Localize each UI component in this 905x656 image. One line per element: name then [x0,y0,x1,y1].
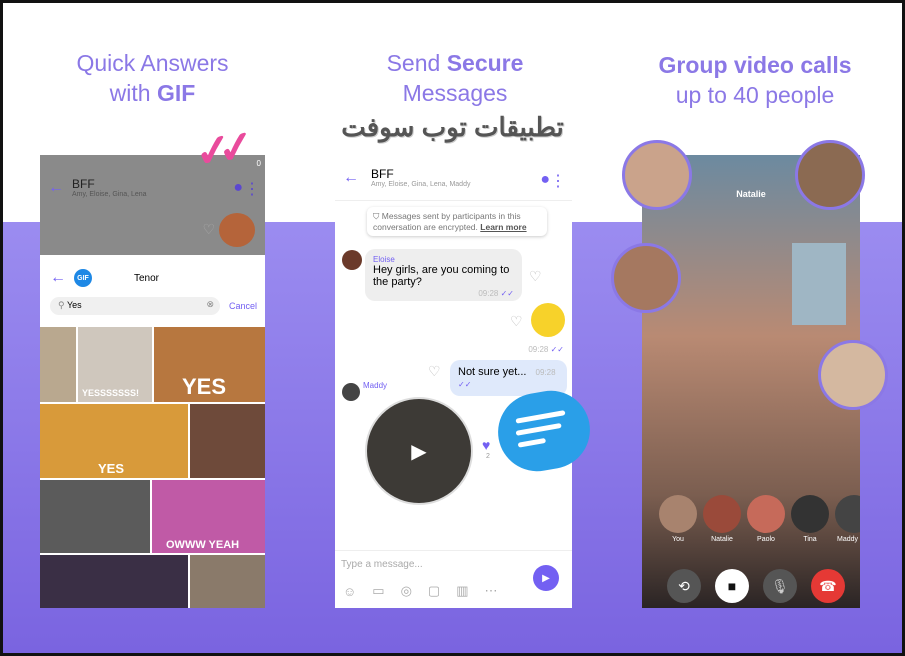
frame-border [0,0,905,656]
